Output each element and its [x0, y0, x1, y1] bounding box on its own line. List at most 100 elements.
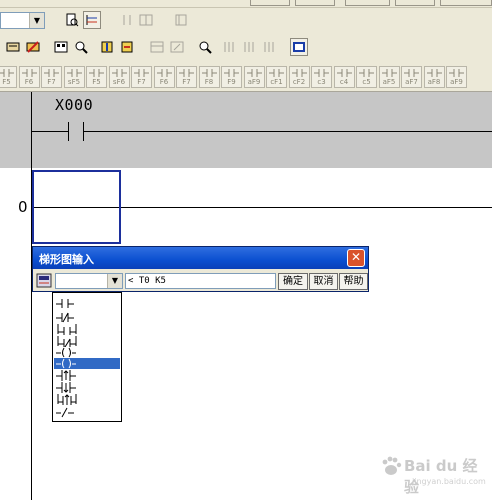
dropdown-item-falling-edge[interactable]: [54, 382, 120, 393]
function-key-button[interactable]: cF1: [266, 66, 287, 88]
symbol-combo[interactable]: ▼: [55, 273, 123, 289]
step-number: 0: [18, 198, 28, 216]
function-key-button[interactable]: aF9: [446, 66, 467, 88]
dropdown-item-horizontal-line[interactable]: [54, 407, 120, 418]
function-key-button[interactable]: c5: [356, 66, 377, 88]
function-key-label: aF9: [247, 78, 261, 86]
coil-icon: [56, 358, 76, 369]
bars-icon: [244, 42, 254, 52]
write-icon: [26, 41, 40, 53]
function-key-button[interactable]: F8: [198, 66, 220, 88]
register-icon: [54, 41, 68, 53]
parallel-closed-contact-icon: [57, 336, 77, 347]
ladder-cursor[interactable]: [32, 170, 121, 244]
ok-button[interactable]: 确定: [278, 273, 308, 290]
toolbar-row-2: [0, 34, 492, 62]
ladder-symbol-icon: [21, 69, 37, 77]
function-key-button[interactable]: sF5: [63, 66, 85, 88]
monitor-write-button[interactable]: [168, 38, 186, 56]
ladder-symbol-icon: [381, 69, 397, 77]
instruction-input[interactable]: < T0 K5: [125, 273, 276, 289]
comment-button[interactable]: [137, 11, 155, 29]
function-key-label: F7: [182, 78, 191, 86]
dropdown-item-normally-closed[interactable]: [54, 312, 120, 323]
force-on-button[interactable]: [220, 38, 238, 56]
ladder-symbol-icon: [89, 69, 104, 77]
function-key-button[interactable]: F9: [221, 66, 242, 88]
function-key-button[interactable]: F7: [131, 66, 152, 88]
ladder-symbol-icon: [336, 69, 352, 77]
function-key-button[interactable]: c4: [333, 66, 355, 88]
function-key-label: c3: [317, 78, 326, 86]
function-key-button[interactable]: F6: [18, 66, 40, 88]
dropdown-item-coil-selected[interactable]: [54, 358, 120, 369]
edit-mode-button[interactable]: [4, 38, 22, 56]
cancel-button[interactable]: 取消: [309, 273, 338, 290]
ladder-symbol-icon: [66, 69, 82, 77]
ladder-symbol-icon: [156, 69, 172, 77]
function-key-label: F5: [92, 78, 101, 86]
verify-button[interactable]: [118, 38, 136, 56]
find-button[interactable]: [72, 38, 90, 56]
watermark-text: Bai du 经验: [404, 457, 478, 496]
chevron-down-icon[interactable]: ▼: [29, 13, 44, 28]
function-key-button[interactable]: F7: [176, 66, 197, 88]
function-key-label: F7: [137, 78, 146, 86]
program-combo[interactable]: ▼: [0, 12, 45, 29]
function-key-label: sF6: [112, 78, 126, 86]
bars-icon: [264, 42, 274, 52]
dropdown-item-parallel-open[interactable]: [54, 324, 120, 335]
parallel-pulse-icon: [57, 394, 77, 405]
bars-icon: [224, 42, 234, 52]
ladder-symbol-icon: [246, 69, 262, 77]
function-key-button[interactable]: F5: [86, 66, 107, 88]
ladder-view-button[interactable]: [83, 11, 101, 29]
device-search-button[interactable]: [63, 11, 81, 29]
close-button[interactable]: ✕: [347, 249, 365, 267]
ladder-symbol-icon: [201, 69, 217, 77]
normally-open-contact-icon: [56, 299, 74, 308]
dropdown-item-parallel-pulse[interactable]: [54, 394, 120, 405]
function-key-button[interactable]: aF9: [243, 66, 265, 88]
chevron-down-icon[interactable]: ▼: [107, 274, 122, 288]
symbol-dropdown-list[interactable]: [52, 292, 122, 422]
function-key-button[interactable]: aF7: [401, 66, 422, 88]
dropdown-item-coil-outline[interactable]: [54, 347, 120, 358]
toolbar-fragment: [440, 0, 492, 6]
function-key-label: c4: [339, 78, 349, 86]
function-key-label: c5: [362, 78, 371, 86]
function-key-button[interactable]: aF8: [423, 66, 445, 88]
function-key-button[interactable]: F6: [153, 66, 175, 88]
ladder-icon: [86, 15, 97, 25]
window-icon: [175, 14, 187, 26]
reset-button[interactable]: [260, 38, 278, 56]
toolbar-fragment: [345, 0, 390, 6]
dropdown-item-parallel-closed[interactable]: [54, 336, 120, 347]
monitor-start-button[interactable]: [148, 38, 166, 56]
dropdown-item-rising-edge[interactable]: [54, 370, 120, 381]
function-key-label: cF1: [270, 78, 283, 86]
toolbar-fragment: [295, 0, 335, 6]
register-button[interactable]: [52, 38, 70, 56]
ladder-symbol-icon: [44, 69, 59, 77]
screen-icon: [293, 42, 305, 52]
function-key-button[interactable]: F5: [0, 66, 17, 88]
function-key-button[interactable]: F7: [41, 66, 62, 88]
transfer-button[interactable]: [98, 38, 116, 56]
function-key-label: aF5: [382, 78, 396, 86]
dialog-title-bar[interactable]: 梯形图输入 ✕: [33, 247, 368, 269]
ladder-symbol-icon: [291, 69, 307, 77]
function-key-button[interactable]: aF5: [378, 66, 400, 88]
screen-button[interactable]: [290, 38, 308, 56]
left-power-rail: [31, 92, 32, 500]
write-mode-button[interactable]: [24, 38, 42, 56]
device-monitor-button[interactable]: [196, 38, 214, 56]
function-key-button[interactable]: cF2: [288, 66, 310, 88]
monitor-button[interactable]: [172, 11, 190, 29]
function-key-button[interactable]: c3: [311, 66, 332, 88]
force-off-button[interactable]: [240, 38, 258, 56]
list-view-button[interactable]: [118, 11, 136, 29]
function-key-button[interactable]: sF6: [108, 66, 130, 88]
dropdown-item-normally-open[interactable]: [54, 298, 120, 309]
help-button[interactable]: 帮助: [339, 273, 368, 290]
